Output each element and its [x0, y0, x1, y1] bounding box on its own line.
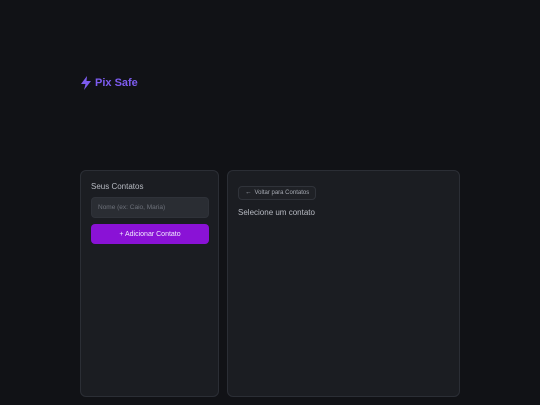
app-page: Pix Safe Seus Contatos + Adicionar Conta… — [0, 0, 540, 405]
arrow-left-icon: ← — [245, 189, 252, 196]
empty-state-message: Selecione um contato — [238, 208, 315, 218]
contacts-panel: Seus Contatos + Adicionar Contato — [80, 170, 219, 397]
brand-logo[interactable]: Pix Safe — [80, 76, 138, 90]
contact-name-input[interactable] — [91, 197, 209, 218]
back-to-contacts-button[interactable]: ← Voltar para Contatos — [238, 186, 317, 201]
lightning-icon — [80, 76, 92, 90]
add-contact-button[interactable]: + Adicionar Contato — [91, 224, 209, 244]
contact-detail-panel: ← Voltar para Contatos Selecione um cont… — [227, 170, 460, 397]
back-button-label: Voltar para Contatos — [254, 190, 310, 197]
contacts-panel-title: Seus Contatos — [91, 182, 144, 191]
brand-title: Pix Safe — [95, 77, 138, 89]
